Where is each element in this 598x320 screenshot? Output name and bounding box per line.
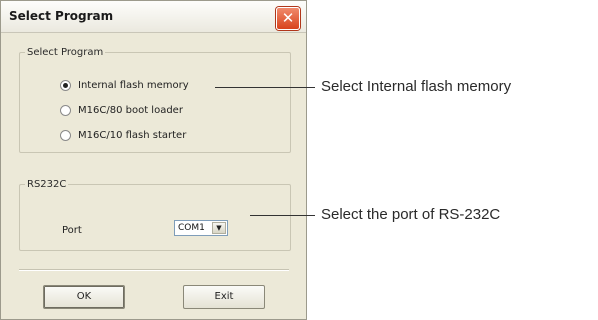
radio-m16c80-boot-loader[interactable]: M16C/80 boot loader: [60, 103, 183, 117]
exit-button[interactable]: Exit: [183, 285, 265, 309]
select-program-dialog: Select Program ✕ Select Program Internal…: [0, 0, 307, 320]
rs232c-legend: RS232C: [27, 179, 67, 190]
radio-m16c10-flash-starter[interactable]: M16C/10 flash starter: [60, 128, 186, 142]
port-label: Port: [62, 225, 82, 236]
chevron-down-icon[interactable]: ▼: [212, 222, 226, 234]
divider: [19, 269, 289, 271]
select-program-group: Select Program Internal flash memory M16…: [19, 47, 291, 153]
title-bar[interactable]: Select Program ✕: [1, 1, 306, 33]
annotation-program: Select Internal flash memory: [321, 78, 512, 95]
port-dropdown[interactable]: COM1 ▼: [174, 220, 228, 236]
radio-button[interactable]: [60, 129, 71, 141]
dialog-title: Select Program: [9, 9, 114, 23]
radio-button-selected[interactable]: [60, 79, 71, 91]
annotation-port: Select the port of RS-232C: [321, 206, 501, 223]
radio-label: M16C/80 boot loader: [78, 104, 183, 116]
leader-line-program: [215, 87, 315, 88]
radio-label: M16C/10 flash starter: [78, 129, 187, 141]
ok-button[interactable]: OK: [43, 285, 125, 309]
radio-label: Internal flash memory: [78, 79, 189, 91]
leader-line-port: [250, 215, 315, 216]
port-value: COM1: [178, 223, 205, 233]
radio-button[interactable]: [60, 104, 71, 116]
select-program-legend: Select Program: [27, 47, 104, 58]
close-icon: ✕: [281, 9, 295, 27]
radio-internal-flash-memory[interactable]: Internal flash memory: [60, 78, 189, 92]
close-button[interactable]: ✕: [276, 7, 300, 30]
